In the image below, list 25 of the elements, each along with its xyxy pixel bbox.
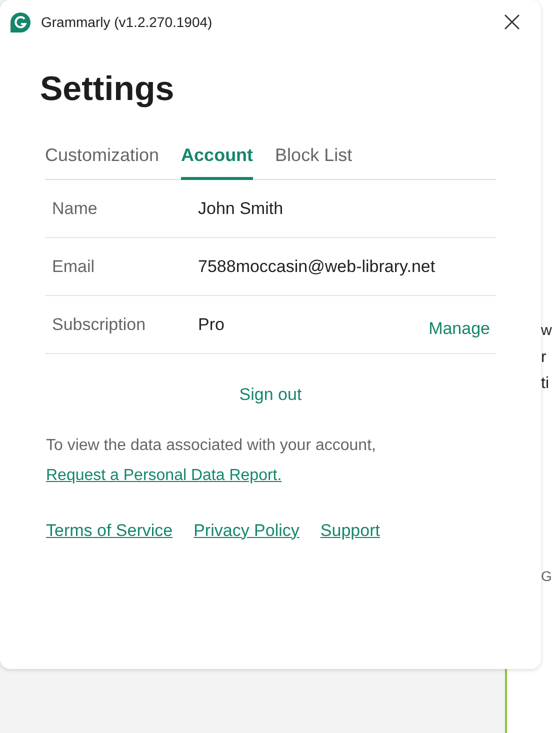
close-button[interactable]: [503, 13, 521, 31]
field-value: John Smith: [198, 198, 284, 220]
tab[interactable]: Customization: [45, 142, 160, 180]
sign-out-link[interactable]: Sign out: [239, 382, 302, 408]
tab[interactable]: Account: [181, 142, 254, 180]
window-title: Grammarly (v1.2.270.1904): [41, 12, 212, 32]
field-label: Email: [52, 256, 96, 278]
field-label: Name: [52, 198, 98, 220]
logo-icon: [10, 12, 31, 32]
footer-link[interactable]: Privacy Policy: [194, 518, 300, 543]
footer-link[interactable]: Terms of Service: [46, 518, 173, 543]
background-text: r: [541, 348, 546, 368]
background-text: ti: [541, 374, 549, 394]
field-value: Pro: [198, 314, 224, 336]
tab[interactable]: Block List: [275, 142, 352, 180]
manage-link[interactable]: Manage: [428, 316, 490, 342]
data-note: To view the data associated with your account,: [46, 436, 376, 456]
settings-heading: Settings: [40, 72, 176, 106]
field-value: 7588moccasin@web-library.net: [198, 256, 436, 278]
close-icon: [504, 14, 520, 30]
footer-link[interactable]: Support: [320, 518, 380, 543]
data-report-link[interactable]: Request a Personal Data Report.: [46, 464, 282, 488]
field-label: Subscription: [52, 314, 147, 336]
background-text: w: [541, 321, 552, 341]
background-text: G: [541, 567, 552, 586]
